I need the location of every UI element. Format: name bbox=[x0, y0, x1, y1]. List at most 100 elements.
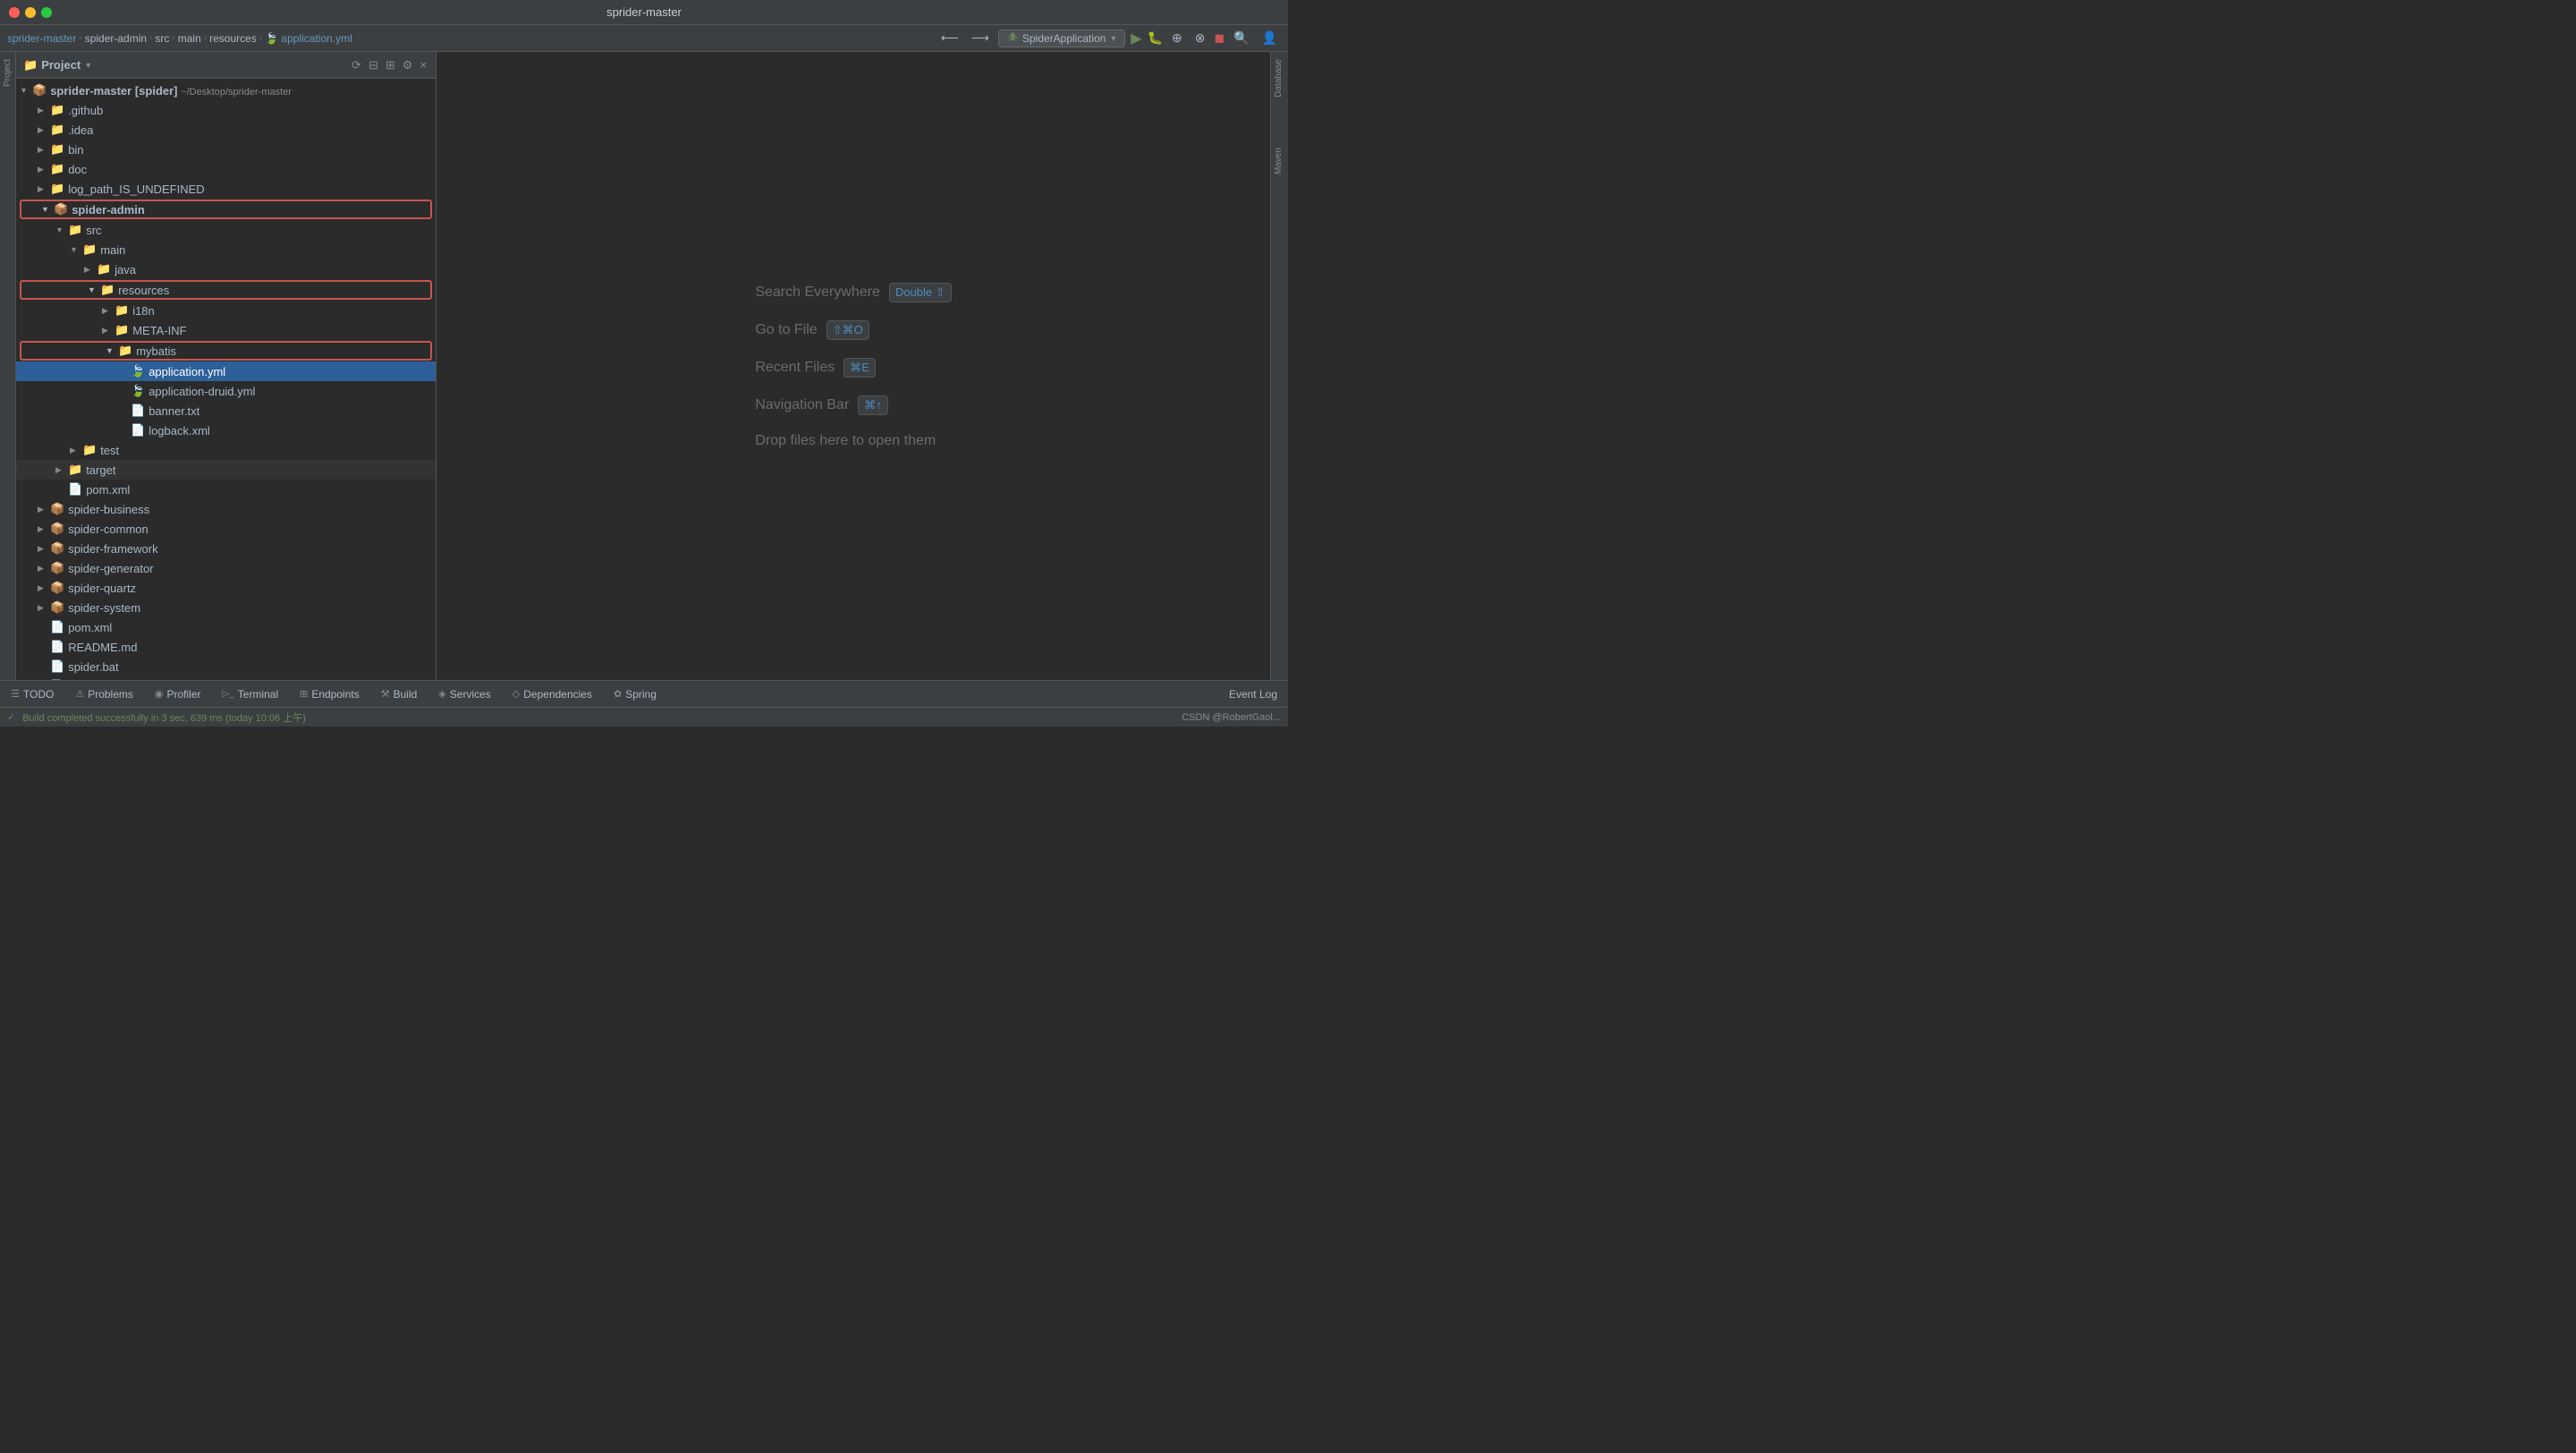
profile-button[interactable]: ⊗ bbox=[1191, 29, 1209, 47]
stop-button[interactable]: ◼ bbox=[1215, 30, 1225, 46]
dependencies-label: Dependencies bbox=[523, 688, 592, 701]
search-button[interactable]: 🔍 bbox=[1230, 29, 1252, 47]
tree-item-logback-xml[interactable]: 📄 logback.xml bbox=[16, 421, 436, 440]
nav-actions: ⟵ ⟶ 🕷 SpiderApplication ▼ ▶ 🐛 ⊕ ⊗ ◼ 🔍 👤 bbox=[937, 29, 1281, 47]
tree-root-label: sprider-master [spider] ~/Desktop/spride… bbox=[50, 84, 292, 98]
tree-item-pom-admin[interactable]: 📄 pom.xml bbox=[16, 480, 436, 499]
tab-spring[interactable]: ✿ Spring bbox=[610, 686, 660, 702]
spring-label: Spring bbox=[625, 688, 657, 701]
file-tree-body: ▼ 📦 sprider-master [spider] ~/Desktop/sp… bbox=[16, 79, 436, 680]
run-config-label: SpiderApplication bbox=[1022, 32, 1106, 45]
breadcrumb: sprider-master › spider-admin › src › ma… bbox=[7, 32, 352, 45]
tree-item-bin[interactable]: ▶ 📁 bin bbox=[16, 140, 436, 159]
tab-problems[interactable]: ⚠ Problems bbox=[72, 686, 137, 702]
tab-profiler[interactable]: ◉ Profiler bbox=[151, 686, 205, 702]
database-panel-label[interactable]: Database bbox=[1271, 52, 1288, 105]
hint-goto-key: ⇧⌘O bbox=[826, 320, 869, 340]
main-layout: Project 📁 Project ▼ ⟳ ⊟ ⊞ ⚙ × ▼ 📦 spride… bbox=[0, 52, 1288, 680]
tree-item-src[interactable]: ▼ 📁 src bbox=[16, 220, 436, 240]
tree-item-spider-business[interactable]: ▶ 📦 spider-business bbox=[16, 499, 436, 519]
terminal-label: Terminal bbox=[238, 688, 278, 701]
problems-label: Problems bbox=[88, 688, 133, 701]
tree-item-spider-quartz[interactable]: ▶ 📦 spider-quartz bbox=[16, 578, 436, 598]
coverage-button[interactable]: ⊕ bbox=[1168, 29, 1186, 47]
hint-recent-label: Recent Files bbox=[755, 360, 835, 376]
tree-item-mybatis[interactable]: ▼ 📁 mybatis bbox=[20, 341, 432, 361]
build-icon-status: ✓ bbox=[7, 711, 15, 723]
sidebar-project-icon[interactable]: Project bbox=[1, 55, 14, 90]
tree-item-spider-admin[interactable]: ▼ 📦 spider-admin bbox=[20, 200, 432, 219]
terminal-icon: ▷_ bbox=[223, 689, 234, 699]
tree-item-spider-framework[interactable]: ▶ 📦 spider-framework bbox=[16, 539, 436, 558]
right-sidebar: Database Maven bbox=[1270, 52, 1288, 680]
close-button[interactable] bbox=[9, 7, 20, 18]
tree-item-idea[interactable]: ▶ 📁 .idea bbox=[16, 120, 436, 140]
tree-item-application-druid-yml[interactable]: 🍃 application-druid.yml bbox=[16, 381, 436, 401]
tree-item-main[interactable]: ▼ 📁 main bbox=[16, 240, 436, 259]
tree-item-application-yml[interactable]: 🍃 application.yml bbox=[16, 361, 436, 381]
run-button[interactable]: ▶ bbox=[1131, 30, 1141, 47]
sync-icon[interactable]: ⟳ bbox=[350, 56, 363, 74]
tab-terminal[interactable]: ▷_ Terminal bbox=[219, 686, 283, 702]
tree-item-test[interactable]: ▶ 📁 test bbox=[16, 440, 436, 460]
breadcrumb-file[interactable]: 🍃 application.yml bbox=[265, 32, 352, 45]
build-icon: ⚒ bbox=[381, 688, 390, 700]
debug-button[interactable]: 🐛 bbox=[1148, 30, 1163, 46]
tree-item-doc[interactable]: ▶ 📁 doc bbox=[16, 159, 436, 179]
event-log-tab[interactable]: Event Log bbox=[1225, 686, 1281, 702]
tab-services[interactable]: ◈ Services bbox=[435, 686, 494, 702]
event-log-label: Event Log bbox=[1229, 688, 1277, 701]
file-tree-header: 📁 Project ▼ ⟳ ⊟ ⊞ ⚙ × bbox=[16, 52, 436, 79]
breadcrumb-project[interactable]: sprider-master bbox=[7, 32, 76, 45]
nav-bar: sprider-master › spider-admin › src › ma… bbox=[0, 25, 1288, 52]
services-icon: ◈ bbox=[438, 688, 445, 700]
tree-item-spider-sh[interactable]: 📄 spider.sh bbox=[16, 676, 436, 680]
tab-dependencies[interactable]: ◇ Dependencies bbox=[509, 686, 596, 702]
tree-item-logpath[interactable]: ▶ 📁 log_path_IS_UNDEFINED bbox=[16, 179, 436, 199]
status-message: Build completed successfully in 3 sec, 6… bbox=[22, 710, 306, 725]
hint-search-label: Search Everywhere bbox=[755, 285, 880, 301]
tree-item-java[interactable]: ▶ 📁 java bbox=[16, 259, 436, 279]
build-label: Build bbox=[394, 688, 418, 701]
tree-item-spider-bat[interactable]: 📄 spider.bat bbox=[16, 657, 436, 676]
tree-item-metainf[interactable]: ▶ 📁 META-INF bbox=[16, 320, 436, 340]
tree-item-target[interactable]: ▶ 📁 target bbox=[16, 460, 436, 480]
hint-nav-key: ⌘↑ bbox=[858, 395, 888, 415]
maven-panel-label[interactable]: Maven bbox=[1271, 140, 1288, 182]
breadcrumb-src[interactable]: src bbox=[155, 32, 169, 45]
tab-build[interactable]: ⚒ Build bbox=[377, 686, 421, 702]
spring-icon: ✿ bbox=[614, 688, 622, 700]
tree-item-readme[interactable]: 📄 README.md bbox=[16, 637, 436, 657]
dependencies-icon: ◇ bbox=[513, 688, 520, 700]
breadcrumb-main[interactable]: main bbox=[178, 32, 201, 45]
project-header-label: Project bbox=[41, 58, 80, 72]
tree-item-i18n[interactable]: ▶ 📁 i18n bbox=[16, 301, 436, 320]
maximize-button[interactable] bbox=[41, 7, 52, 18]
hint-recent-files: Recent Files ⌘E bbox=[755, 358, 951, 378]
tree-item-spider-common[interactable]: ▶ 📦 spider-common bbox=[16, 519, 436, 539]
tree-item-resources[interactable]: ▼ 📁 resources bbox=[20, 280, 432, 300]
breadcrumb-spider-admin[interactable]: spider-admin bbox=[85, 32, 147, 45]
tree-root[interactable]: ▼ 📦 sprider-master [spider] ~/Desktop/sp… bbox=[16, 81, 436, 100]
tab-todo[interactable]: ☰ TODO bbox=[7, 686, 57, 702]
tree-item-pom-root[interactable]: 📄 pom.xml bbox=[16, 617, 436, 637]
nav-forward-btn[interactable]: ⟶ bbox=[968, 29, 993, 47]
minimize-button[interactable] bbox=[25, 7, 36, 18]
tab-endpoints[interactable]: ⊞ Endpoints bbox=[296, 686, 363, 702]
tree-item-banner-txt[interactable]: 📄 banner.txt bbox=[16, 401, 436, 421]
breadcrumb-resources[interactable]: resources bbox=[209, 32, 257, 45]
close-panel-icon[interactable]: × bbox=[418, 56, 428, 74]
help-button[interactable]: 👤 bbox=[1258, 29, 1281, 47]
sidebar-icons-left: Project bbox=[0, 52, 16, 680]
hint-nav-bar: Navigation Bar ⌘↑ bbox=[755, 395, 951, 415]
settings-icon[interactable]: ⚙ bbox=[401, 56, 415, 74]
filter-icon[interactable]: ⊞ bbox=[384, 56, 397, 74]
tree-item-spider-system[interactable]: ▶ 📦 spider-system bbox=[16, 598, 436, 617]
hint-nav-label: Navigation Bar bbox=[755, 397, 849, 413]
nav-back-btn[interactable]: ⟵ bbox=[937, 29, 962, 47]
tree-item-github[interactable]: ▶ 📁 .github bbox=[16, 100, 436, 120]
tree-item-spider-generator[interactable]: ▶ 📦 spider-generator bbox=[16, 558, 436, 578]
run-config-selector[interactable]: 🕷 SpiderApplication ▼ bbox=[998, 30, 1125, 47]
collapse-all-icon[interactable]: ⊟ bbox=[367, 56, 380, 74]
title-bar: sprider-master bbox=[0, 0, 1288, 25]
